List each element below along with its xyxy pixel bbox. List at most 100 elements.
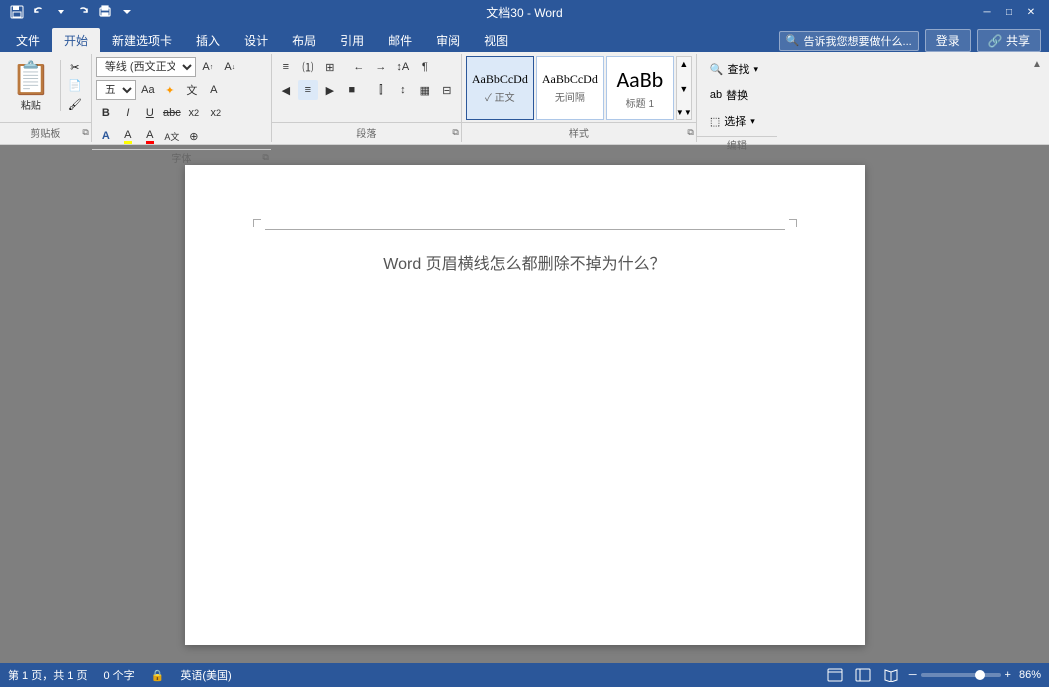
enclosed-char-button[interactable]: ⊕ xyxy=(184,126,204,146)
text-highlight-button[interactable]: ✦ xyxy=(160,80,180,100)
find-dropdown-icon[interactable]: ▾ xyxy=(754,64,759,75)
tab-insert[interactable]: 插入 xyxy=(184,28,232,52)
copy-button[interactable]: 📄 xyxy=(65,77,85,95)
font-expand-icon[interactable]: ⧉ xyxy=(262,152,268,163)
scroll-up-icon[interactable]: ▲ xyxy=(677,57,690,71)
print-layout-view-button[interactable] xyxy=(825,667,845,683)
text-highlight-color-button[interactable]: A xyxy=(118,126,138,146)
align-right-button[interactable]: ▶ xyxy=(320,80,340,100)
align-left-button[interactable]: ◀ xyxy=(276,80,296,100)
clipboard-expand-icon[interactable]: ⧉ xyxy=(82,127,88,138)
check-icon: 🔒 xyxy=(151,669,165,682)
tab-design[interactable]: 设计 xyxy=(232,28,280,52)
clear-format-button[interactable]: 文 xyxy=(182,80,202,100)
style-heading1[interactable]: AaBb 标题 1 xyxy=(606,56,674,120)
divider xyxy=(60,60,61,111)
share-button[interactable]: 🔗 共享 xyxy=(977,29,1041,52)
find-button[interactable]: 🔍 查找 ▾ xyxy=(705,58,763,80)
customize-icon[interactable] xyxy=(118,3,136,21)
ribbon-tabs: 文件 开始 新建选项卡 插入 设计 布局 引用 邮件 审阅 视图 🔍 告诉我您想… xyxy=(0,24,1049,52)
login-button[interactable]: 登录 xyxy=(925,29,971,52)
undo-icon[interactable] xyxy=(30,3,48,21)
save-icon[interactable] xyxy=(8,3,26,21)
sort-button[interactable]: ↕A xyxy=(393,57,413,77)
tab-home[interactable]: 开始 xyxy=(52,28,100,52)
decrease-indent-button[interactable]: ← xyxy=(349,57,369,77)
tab-references[interactable]: 引用 xyxy=(328,28,376,52)
justify-button[interactable]: ■ xyxy=(342,80,362,100)
align-center-button[interactable]: ≡ xyxy=(298,80,318,100)
styles-expand-icon[interactable]: ⧉ xyxy=(687,127,693,138)
document-page: Word 页眉横线怎么都删除不掉为什么？ xyxy=(185,165,865,645)
print-preview-icon[interactable] xyxy=(96,3,114,21)
select-dropdown-icon[interactable]: ▾ xyxy=(750,116,755,127)
shading-button[interactable]: ▦ xyxy=(415,80,435,100)
paste-button[interactable]: 📋 粘贴 xyxy=(4,56,58,115)
document-area[interactable]: Word 页眉横线怎么都删除不掉为什么？ xyxy=(0,145,1049,663)
redo-icon[interactable] xyxy=(74,3,92,21)
format-painter-button[interactable]: 🖌 xyxy=(65,95,85,113)
tab-mailings[interactable]: 邮件 xyxy=(376,28,424,52)
numbered-list-button[interactable]: ⑴ xyxy=(298,57,318,77)
language: 英语(美国) xyxy=(180,667,231,683)
strikethrough-button[interactable]: abc xyxy=(162,103,182,123)
italic-button[interactable]: I xyxy=(118,103,138,123)
paragraph-expand-icon[interactable]: ⧉ xyxy=(452,127,458,138)
align-row: ◀ ≡ ▶ ■ ⫿ ↕ ▦ ⊟ xyxy=(276,80,457,100)
tab-file[interactable]: 文件 xyxy=(4,28,52,52)
line-spacing-button[interactable]: ↕ xyxy=(393,80,413,100)
web-layout-view-button[interactable] xyxy=(853,667,873,683)
font-color-button[interactable]: A xyxy=(204,80,224,100)
minimize-button[interactable]: ─ xyxy=(977,2,997,22)
change-case-button[interactable]: Aa xyxy=(138,80,158,100)
subscript-button[interactable]: x2 xyxy=(184,103,204,123)
multilevel-list-button[interactable]: ⊞ xyxy=(320,57,340,77)
zoom-out-button[interactable]: ─ xyxy=(909,669,917,681)
show-marks-button[interactable]: ¶ xyxy=(415,57,435,77)
style-normal[interactable]: AaBbCcDd ✓ 正文 xyxy=(466,56,534,120)
bullet-list-button[interactable]: ≡ xyxy=(276,57,296,77)
phonetic-guide-button[interactable]: A文 xyxy=(162,126,182,146)
replace-icon: ab xyxy=(710,89,722,101)
cut-button[interactable]: ✂ xyxy=(65,58,85,76)
search-icon2: 🔍 xyxy=(710,63,724,76)
ribbon-collapse-button[interactable]: ▲ xyxy=(1029,56,1045,72)
scroll-down-icon[interactable]: ▼ xyxy=(677,82,690,96)
search-box[interactable]: 🔍 告诉我您想要做什么... xyxy=(779,31,919,51)
font-label: 字体 xyxy=(171,150,191,165)
scroll-more-icon[interactable]: ▼▼ xyxy=(674,106,694,119)
restore-button[interactable]: □ xyxy=(999,2,1019,22)
close-button[interactable]: ✕ xyxy=(1021,2,1041,22)
style-heading1-preview: AaBb xyxy=(616,66,663,93)
tab-review[interactable]: 审阅 xyxy=(424,28,472,52)
font-name-select[interactable]: 等线 (西文正文 xyxy=(96,57,196,77)
font-color2-button[interactable]: A xyxy=(140,126,160,146)
tab-new[interactable]: 新建选项卡 xyxy=(100,28,184,52)
columns-button[interactable]: ⫿ xyxy=(371,80,391,100)
underline-button[interactable]: U xyxy=(140,103,160,123)
font-size-increase-button[interactable]: A↑ xyxy=(198,57,218,77)
zoom-track[interactable] xyxy=(921,673,1001,677)
corner-mark-tl xyxy=(253,219,261,227)
bold-button[interactable]: B xyxy=(96,103,116,123)
border-button[interactable]: ⊟ xyxy=(437,80,457,100)
window-title: 文档30 - Word xyxy=(486,4,562,21)
tab-view[interactable]: 视图 xyxy=(472,28,520,52)
zoom-in-button[interactable]: + xyxy=(1005,669,1011,681)
window-controls: ─ □ ✕ xyxy=(977,2,1041,22)
text-effect-button[interactable]: A xyxy=(96,126,116,146)
replace-button[interactable]: ab 替换 xyxy=(705,84,753,106)
font-size-decrease-button[interactable]: A↓ xyxy=(220,57,240,77)
increase-indent-button[interactable]: → xyxy=(371,57,391,77)
font-color-row: A A A A文 ⊕ xyxy=(96,126,204,146)
zoom-slider[interactable]: ─ + xyxy=(909,669,1011,681)
read-view-button[interactable] xyxy=(881,667,901,683)
undo-dropdown-icon[interactable] xyxy=(52,3,70,21)
select-button[interactable]: ⬚ 选择 ▾ xyxy=(705,110,760,132)
tab-layout[interactable]: 布局 xyxy=(280,28,328,52)
style-no-spacing[interactable]: AaBbCcDd 无间隔 xyxy=(536,56,604,120)
superscript-button[interactable]: x2 xyxy=(206,103,226,123)
styles-scrollbar[interactable]: ▲ ▼ ▼▼ xyxy=(676,56,692,120)
font-size-select[interactable]: 五号 xyxy=(96,80,136,100)
style-no-spacing-label: 无间隔 xyxy=(555,89,585,104)
